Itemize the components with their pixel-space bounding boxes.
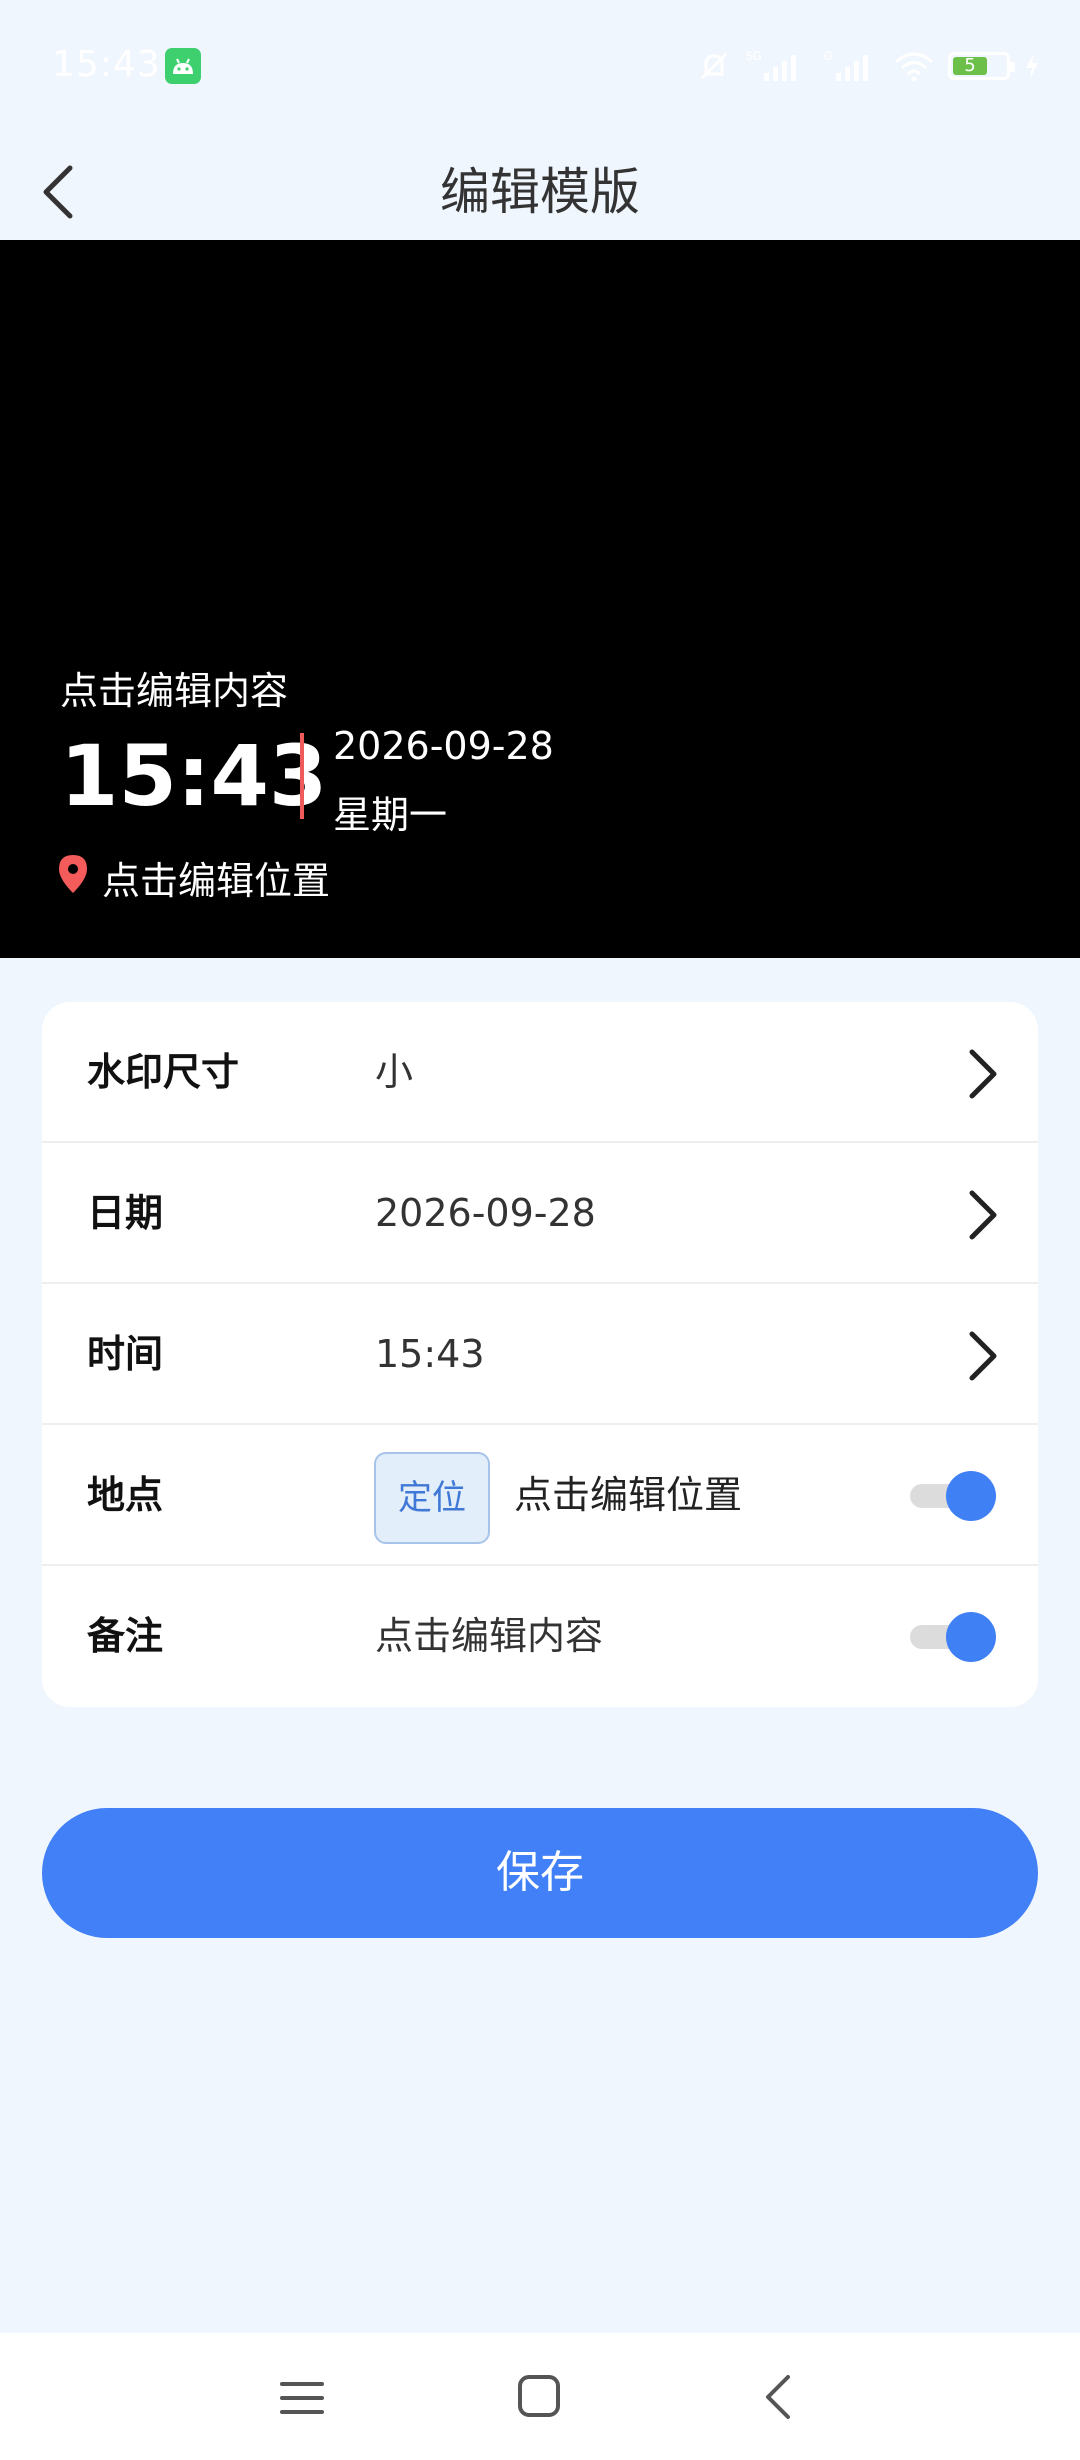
row-date[interactable]: 日期 2026-09-28 [42,1143,1038,1284]
status-icons: 5G G 5 [696,46,1040,86]
watermark-time: 15:43 [60,727,328,825]
page-title: 编辑模版 [440,163,640,221]
chevron-right-icon [969,1190,997,1240]
location-toggle[interactable] [910,1471,996,1521]
header: 编辑模版 [0,140,1080,240]
nav-back-icon[interactable] [760,2373,796,2421]
wifi-icon [895,52,933,82]
watermark-weekday: 星期一 [333,793,448,837]
status-time: 15:43 [52,44,161,85]
row-value: 2026-09-28 [375,1191,596,1235]
settings-card: 水印尺寸 小 日期 2026-09-28 时间 15:43 地点 定位 点击编辑… [42,1002,1038,1707]
row-label: 水印尺寸 [87,1050,240,1094]
watermark-note[interactable]: 点击编辑内容 [60,660,288,715]
menu-icon[interactable] [280,2378,324,2418]
svg-text:G: G [824,49,833,63]
row-watermark-size[interactable]: 水印尺寸 小 [42,1002,1038,1143]
battery-icon: 5 [948,52,1015,80]
navigation-bar [0,2333,1080,2460]
android-app-icon [165,48,201,84]
watermark-preview[interactable]: 点击编辑内容 15:43 2026-09-28 星期一 点击编辑位置 [0,240,1080,958]
charging-icon [1026,53,1038,79]
row-value: 小 [375,1050,414,1094]
watermark-date: 2026-09-28 [333,724,554,768]
row-note: 备注 点击编辑内容 [42,1566,1038,1707]
row-label: 时间 [87,1332,164,1376]
row-time[interactable]: 时间 15:43 [42,1284,1038,1425]
notification-muted-icon [700,52,728,80]
row-location: 地点 定位 点击编辑位置 [42,1425,1038,1566]
chevron-right-icon [969,1331,997,1381]
location-pin-icon [59,855,87,893]
save-button[interactable]: 保存 [42,1808,1038,1938]
row-label: 日期 [87,1191,164,1235]
row-label: 地点 [87,1473,164,1517]
signal-icon: G [824,49,868,81]
signal-icon: 5G [746,49,796,81]
chevron-right-icon [969,1049,997,1099]
note-toggle[interactable] [910,1612,996,1662]
locate-button[interactable]: 定位 [374,1452,490,1544]
row-value: 15:43 [375,1332,485,1376]
battery-level: 5 [953,57,987,75]
watermark-location[interactable]: 点击编辑位置 [102,850,330,905]
watermark-divider [300,733,304,819]
location-value[interactable]: 点击编辑位置 [514,1425,742,1566]
home-icon[interactable] [516,2373,562,2419]
note-value[interactable]: 点击编辑内容 [375,1566,603,1707]
status-bar: 15:43 5G G 5 [0,0,1080,140]
row-label: 备注 [87,1614,164,1658]
svg-text:5G: 5G [746,49,762,63]
